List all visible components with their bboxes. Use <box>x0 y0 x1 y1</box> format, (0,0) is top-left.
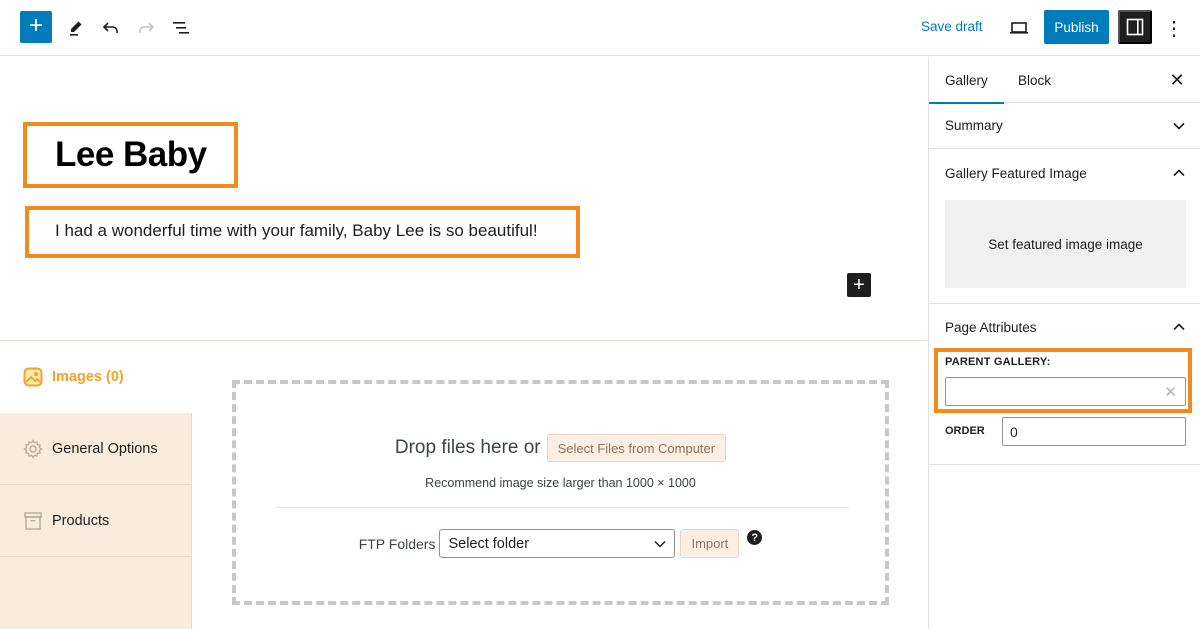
order-input[interactable]: 0 <box>1002 417 1186 446</box>
chevron-down-icon <box>1173 122 1185 130</box>
editor-toolbar: + Save draft Publish ⋮ <box>0 0 1200 56</box>
chevron-up-icon <box>1173 323 1185 331</box>
panel-featured-image[interactable]: Gallery Featured Image <box>929 150 1200 196</box>
redo-icon <box>139 22 155 33</box>
panel-title: Page Attributes <box>945 319 1037 335</box>
paragraph-block[interactable]: I had a wonderful time with your family,… <box>55 221 538 241</box>
help-icon[interactable]: ? <box>747 530 763 545</box>
panel-summary[interactable]: Summary <box>929 103 1200 149</box>
tab-general-options[interactable]: General Options <box>0 413 192 485</box>
close-sidebar-button[interactable]: ✕ <box>1165 68 1189 92</box>
tab-label: Images (0) <box>52 369 124 385</box>
select-files-button[interactable]: Select Files from Computer <box>546 434 727 462</box>
import-button[interactable]: Import <box>680 529 740 558</box>
drop-files-text: Drop files here or <box>394 437 541 458</box>
redo-button[interactable] <box>130 12 162 44</box>
tab-block[interactable]: Block <box>1018 57 1051 103</box>
options-menu-button[interactable]: ⋮ <box>1164 12 1184 44</box>
upload-dropzone[interactable]: Drop files here or Select Files from Com… <box>232 380 889 605</box>
dropzone-divider <box>276 507 849 508</box>
settings-toggle-button[interactable] <box>1118 10 1152 44</box>
undo-icon <box>102 22 118 33</box>
editor-canvas: Lee Baby I had a wonderful time with you… <box>0 57 928 629</box>
add-block-button[interactable]: + <box>20 11 52 43</box>
sidebar-toggle-icon <box>1126 18 1144 36</box>
nav-filler <box>0 557 192 629</box>
set-featured-image-button[interactable]: Set featured image image <box>945 200 1186 288</box>
tab-label: General Options <box>52 440 158 457</box>
image-icon <box>23 367 43 387</box>
nav-edge <box>191 413 192 629</box>
list-view-button[interactable] <box>165 12 197 44</box>
pencil-icon <box>70 21 82 36</box>
panel-title: Gallery Featured Image <box>945 165 1087 181</box>
more-vertical-icon: ⋮ <box>1164 17 1184 40</box>
chevron-down-icon <box>654 540 666 547</box>
list-view-icon <box>173 22 189 34</box>
settings-sidebar: Gallery Block ✕ Summary Gallery Featured… <box>928 57 1200 629</box>
publish-button[interactable]: Publish <box>1044 10 1109 44</box>
parent-gallery-label: PARENT GALLERY: <box>945 356 1051 368</box>
tools-button[interactable] <box>60 12 92 44</box>
block-inserter-button[interactable]: + <box>847 273 871 297</box>
close-icon: ✕ <box>1169 69 1185 90</box>
archive-box-icon <box>24 511 42 530</box>
undo-button[interactable] <box>95 12 127 44</box>
image-size-hint: Recommend image size larger than 1000 × … <box>425 476 696 490</box>
post-title[interactable]: Lee Baby <box>55 135 207 175</box>
chevron-up-icon <box>1173 169 1185 177</box>
ftp-folder-select[interactable]: Select folder <box>439 529 676 558</box>
save-draft-button[interactable]: Save draft <box>921 19 983 34</box>
clear-icon[interactable]: ✕ <box>1164 383 1177 401</box>
plus-icon: + <box>28 12 43 39</box>
tab-images[interactable]: Images (0) <box>0 341 192 413</box>
panel-divider <box>929 464 1200 465</box>
parent-gallery-input[interactable]: ✕ <box>945 377 1186 406</box>
tab-label: Products <box>52 512 110 529</box>
tab-products[interactable]: Products <box>0 485 192 557</box>
sidebar-tabs: Gallery Block ✕ <box>929 57 1200 104</box>
plus-icon: + <box>853 273 865 296</box>
ftp-folder-value: Select folder <box>448 535 530 552</box>
gallery-metabox-nav: Images (0) General Options Products <box>0 341 192 629</box>
tab-gallery[interactable]: Gallery <box>929 57 1004 104</box>
gear-icon <box>23 438 43 459</box>
laptop-icon <box>1010 22 1028 34</box>
order-label: ORDER <box>945 425 985 437</box>
ftp-folders-label: FTP Folders <box>358 536 436 552</box>
preview-button[interactable] <box>1003 12 1035 44</box>
panel-title: Summary <box>945 118 1003 133</box>
panel-page-attributes[interactable]: Page Attributes <box>929 304 1200 350</box>
